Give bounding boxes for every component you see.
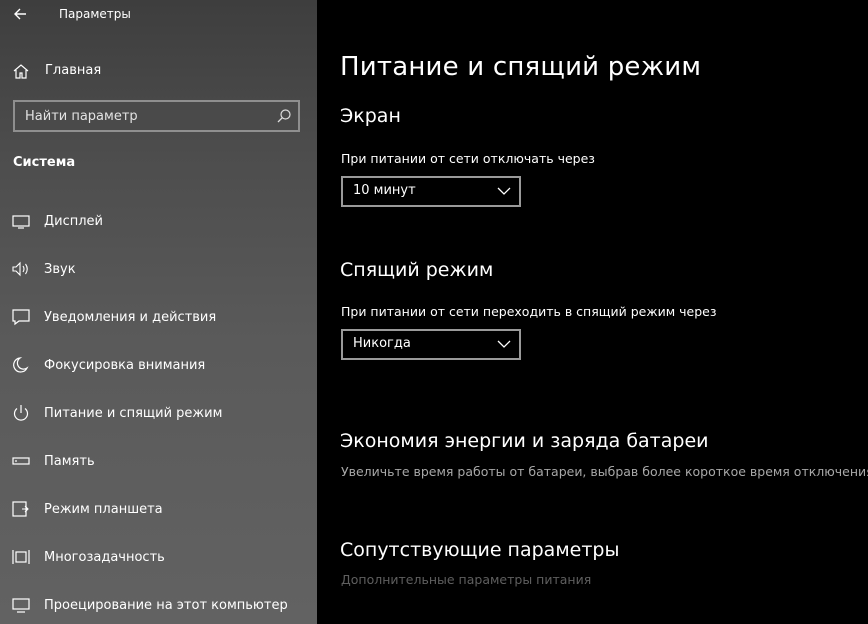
page-title: Питание и спящий режим xyxy=(340,52,702,82)
back-button[interactable] xyxy=(10,3,32,25)
sidebar-item-label: Уведомления и действия xyxy=(44,310,217,325)
sleep-heading: Спящий режим xyxy=(340,259,494,281)
sidebar-item-label: Фокусировка внимания xyxy=(44,358,206,373)
sidebar-item-label: Дисплей xyxy=(44,214,104,229)
sidebar-item-label: Многозадачность xyxy=(44,550,165,565)
sidebar-item-project[interactable]: Проецирование на этот компьютер xyxy=(0,582,317,624)
screen-heading: Экран xyxy=(340,105,401,127)
sidebar-item-sound[interactable]: Звук xyxy=(0,246,317,294)
screen-timeout-value: 10 минут xyxy=(353,183,416,198)
screen-timeout-label: При питании от сети отключать через xyxy=(341,151,595,166)
search-icon[interactable] xyxy=(276,108,292,124)
sleep-timeout-label: При питании от сети переходить в спящий … xyxy=(341,304,717,319)
sidebar-item-label: Проецирование на этот компьютер xyxy=(44,598,288,613)
main-content: Питание и спящий режим Экран При питании… xyxy=(317,0,868,624)
sleep-timeout-value: Никогда xyxy=(353,336,411,351)
sleep-timeout-dropdown[interactable]: Никогда xyxy=(341,329,521,360)
home-label: Главная xyxy=(45,63,102,78)
moon-icon xyxy=(13,357,29,373)
home-nav-item[interactable]: Главная xyxy=(0,56,317,86)
search-input[interactable] xyxy=(15,102,270,130)
multitask-icon xyxy=(12,550,30,564)
sidebar-item-label: Память xyxy=(44,454,95,469)
related-settings-heading: Сопутствующие параметры xyxy=(340,539,620,561)
search-box[interactable] xyxy=(13,100,300,132)
display-icon xyxy=(12,215,30,229)
battery-saver-heading: Экономия энергии и заряда батареи xyxy=(340,430,709,452)
additional-power-settings-link[interactable]: Дополнительные параметры питания xyxy=(341,572,591,587)
sidebar-item-tablet-mode[interactable]: Режим планшета xyxy=(0,486,317,534)
sidebar-item-focus-assist[interactable]: Фокусировка внимания xyxy=(0,342,317,390)
nav-list: Дисплей Звук Уведомления и действия Фоку… xyxy=(0,198,317,624)
section-heading: Система xyxy=(13,155,76,170)
battery-saver-description: Увеличьте время работы от батареи, выбра… xyxy=(341,464,868,479)
sidebar-item-label: Звук xyxy=(44,262,76,277)
sidebar-item-label: Питание и спящий режим xyxy=(44,406,223,421)
chevron-down-icon xyxy=(497,187,511,195)
sidebar-item-storage[interactable]: Память xyxy=(0,438,317,486)
chevron-down-icon xyxy=(497,340,511,348)
storage-icon xyxy=(12,457,30,465)
home-icon xyxy=(13,64,29,79)
sidebar-item-label: Режим планшета xyxy=(44,502,163,517)
speaker-icon xyxy=(12,261,28,277)
title-bar: Параметры xyxy=(0,0,317,30)
app-title: Параметры xyxy=(59,7,131,21)
sidebar-item-power-sleep[interactable]: Питание и спящий режим xyxy=(0,390,317,438)
sidebar-item-multitasking[interactable]: Многозадачность xyxy=(0,534,317,582)
notification-icon xyxy=(12,309,30,326)
power-icon xyxy=(13,405,29,421)
back-arrow-icon xyxy=(14,8,26,20)
sidebar-item-display[interactable]: Дисплей xyxy=(0,198,317,246)
tablet-icon xyxy=(12,501,29,517)
screen-timeout-dropdown[interactable]: 10 минут xyxy=(341,176,521,207)
sidebar-item-notifications[interactable]: Уведомления и действия xyxy=(0,294,317,342)
sidebar: Параметры Главная Система Дисплей З xyxy=(0,0,317,624)
project-icon xyxy=(12,598,30,613)
